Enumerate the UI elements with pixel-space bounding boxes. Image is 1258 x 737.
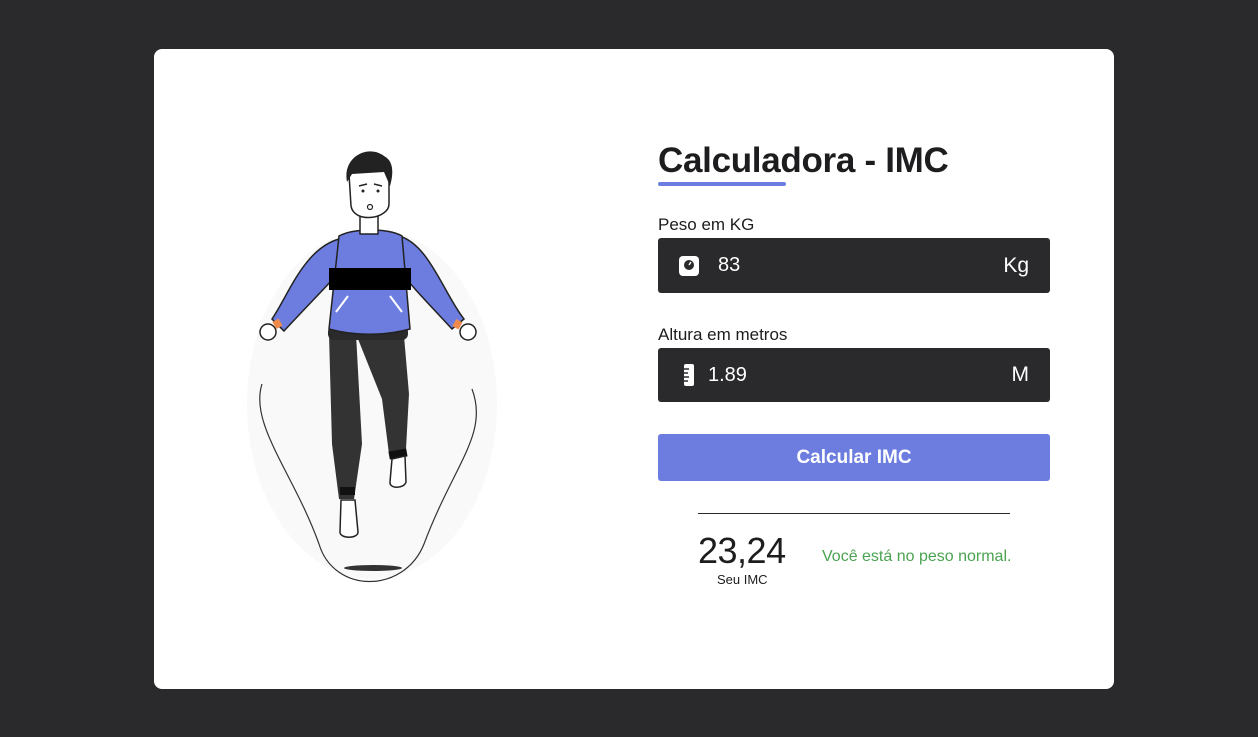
calculate-button[interactable]: Calcular IMC [658,434,1050,481]
weight-field: Kg [658,238,1050,293]
title-underline [658,182,786,186]
scale-icon [679,255,699,276]
height-unit: M [1011,363,1030,386]
weight-label: Peso em KG [658,215,755,234]
ruler-icon [684,364,694,386]
calculator-card: Calculadora - IMC Peso em KG Kg Altura e… [154,49,1114,689]
imc-value: 23,24 [698,530,786,571]
result-panel: 23,24 Seu IMC Você está no peso normal. [658,514,1050,594]
imc-caption: Seu IMC [717,572,768,587]
imc-form: Calculadora - IMC Peso em KG Kg Altura e… [658,141,1050,594]
height-label: Altura em metros [658,325,788,344]
height-input[interactable] [708,348,990,402]
height-field: M [658,348,1050,402]
jump-rope-illustration [247,151,497,583]
imc-status-message: Você está no peso normal. [822,548,1012,565]
weight-unit: Kg [1003,253,1029,277]
page-title: Calculadora - IMC [658,141,949,180]
weight-input[interactable] [718,238,990,293]
